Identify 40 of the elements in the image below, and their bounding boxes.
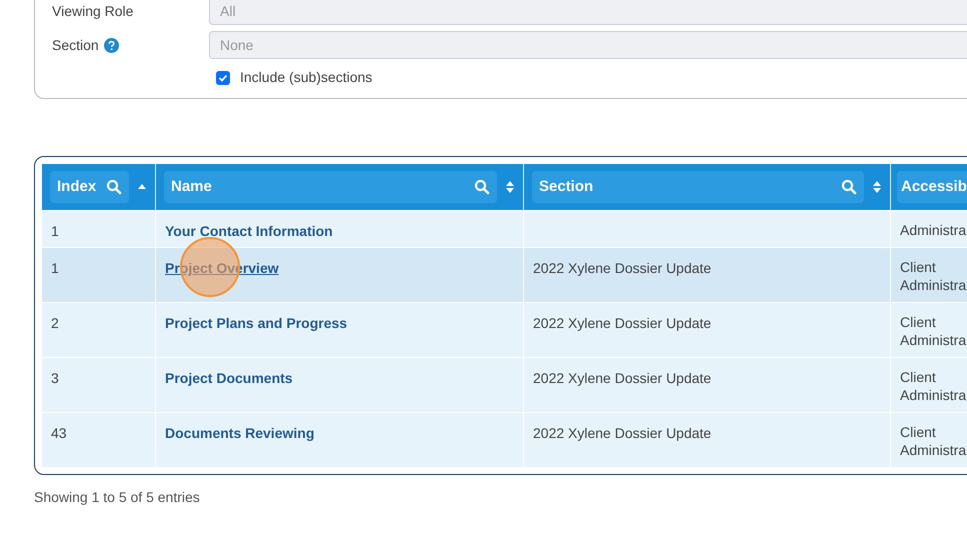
table-row[interactable]: 2 Project Plans and Progress 2022 Xylene Dossier Update Client Administra bbox=[42, 302, 967, 357]
access-text: Administra bbox=[900, 221, 967, 239]
table-cell: 43 bbox=[51, 425, 67, 441]
table-cell: 2022 Xylene Dossier Update bbox=[533, 370, 712, 386]
table-cell: 2022 Xylene Dossier Update bbox=[533, 315, 712, 331]
table-cell: 3 bbox=[51, 370, 59, 386]
table-cell: 2022 Xylene Dossier Update bbox=[533, 425, 712, 441]
table-cell: 2022 Xylene Dossier Update bbox=[533, 260, 712, 276]
search-icon[interactable] bbox=[106, 179, 122, 195]
access-text: Client bbox=[900, 423, 937, 441]
select-field[interactable]: All bbox=[209, 0, 967, 25]
sort-ascending-icon[interactable] bbox=[137, 183, 147, 191]
help-icon[interactable] bbox=[104, 38, 119, 52]
table-row[interactable]: 43 Documents Reviewing 2022 Xylene Dossier Update Client Administra bbox=[42, 412, 967, 467]
access-text: Administra bbox=[900, 331, 967, 349]
access-text: Client bbox=[900, 313, 937, 331]
access-text: Administra bbox=[900, 276, 967, 294]
access-text: Client bbox=[900, 258, 937, 276]
search-icon[interactable] bbox=[474, 179, 490, 195]
access-text: Client bbox=[900, 368, 937, 386]
table-cell: 1 bbox=[51, 260, 59, 276]
field-label: Section bbox=[52, 36, 99, 54]
table-cell: 1 bbox=[51, 223, 59, 239]
section-link[interactable]: Your Contact Information bbox=[165, 223, 333, 239]
access-text: Administra bbox=[900, 441, 967, 459]
entries-info: Showing 1 to 5 of 5 entries bbox=[34, 488, 201, 507]
sort-icon[interactable] bbox=[505, 180, 515, 194]
table-row[interactable]: 3 Project Documents 2022 Xylene Dossier Update Client Administra bbox=[42, 357, 967, 412]
include-checkbox[interactable] bbox=[216, 70, 230, 84]
sort-icon[interactable] bbox=[872, 180, 882, 194]
search-icon[interactable] bbox=[841, 179, 857, 195]
table-row[interactable]: 1 Your Contact Information Administra bbox=[42, 210, 967, 247]
access-text: Administra bbox=[900, 386, 967, 404]
checkbox-label: Include (sub)sections bbox=[240, 68, 372, 87]
field-label: Viewing Role bbox=[52, 2, 134, 21]
table-cell: 2 bbox=[51, 315, 59, 331]
section-link[interactable]: Project Documents bbox=[165, 370, 293, 386]
select-field[interactable]: None bbox=[209, 31, 967, 59]
section-link[interactable]: Documents Reviewing bbox=[165, 425, 314, 441]
section-link[interactable]: Project Plans and Progress bbox=[165, 315, 348, 331]
